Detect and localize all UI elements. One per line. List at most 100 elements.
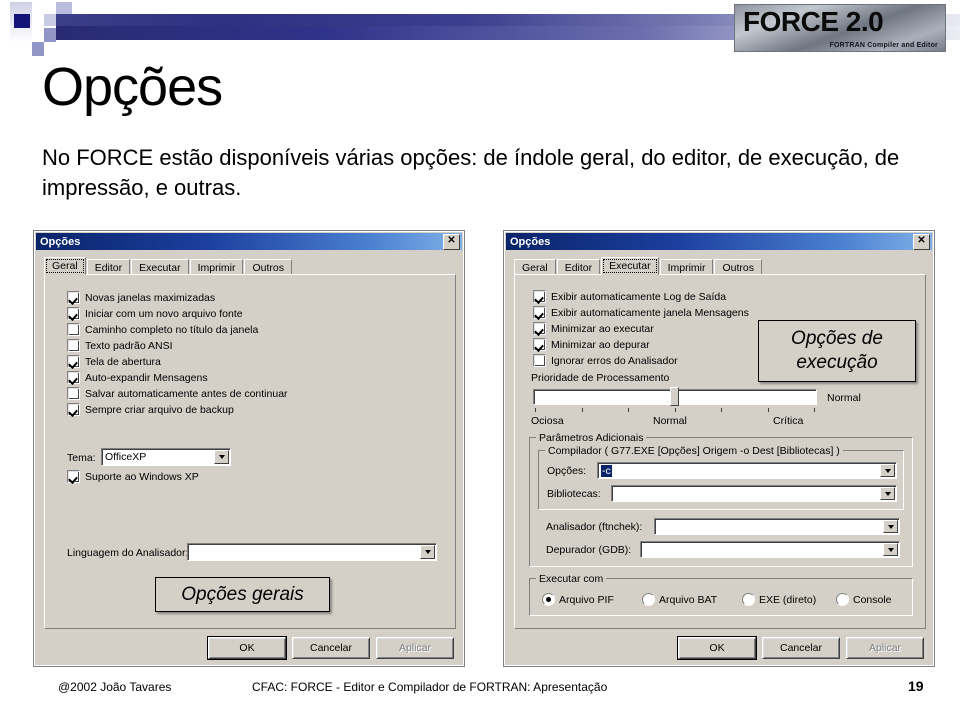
cancel-button[interactable]: Cancelar [292, 637, 370, 659]
checkbox-row[interactable]: Salvar automaticamente antes de continua… [67, 387, 288, 400]
checkbox-icon[interactable] [533, 306, 546, 319]
apply-button: Aplicar [846, 637, 924, 659]
checkbox-label: Salvar automaticamente antes de continua… [85, 387, 288, 400]
radio-label: Arquivo PIF [559, 593, 614, 606]
checkbox-icon[interactable] [67, 291, 80, 304]
checkbox-icon[interactable] [67, 387, 80, 400]
tabstrip: Geral Editor Executar Imprimir Outros [514, 257, 763, 275]
analyzer-language-combobox[interactable] [187, 543, 437, 561]
cancel-button[interactable]: Cancelar [762, 637, 840, 659]
checkbox-row[interactable]: Novas janelas maximizadas [67, 291, 215, 304]
tab-imprimir[interactable]: Imprimir [659, 259, 714, 275]
tab-editor[interactable]: Editor [556, 259, 601, 275]
tab-geral[interactable]: Geral [44, 257, 86, 275]
debugger-combobox[interactable] [640, 541, 900, 558]
tab-outros[interactable]: Outros [714, 259, 762, 275]
apply-button: Aplicar [376, 637, 454, 659]
checkbox-icon[interactable] [67, 470, 80, 483]
checkbox-row[interactable]: Exibir automaticamente janela Mensagens [533, 306, 749, 319]
checkbox-row[interactable]: Texto padrão ANSI [67, 339, 173, 352]
tab-label: Geral [52, 260, 78, 272]
ok-button[interactable]: OK [678, 637, 756, 659]
priority-slider-thumb[interactable] [670, 387, 679, 406]
tab-imprimir[interactable]: Imprimir [189, 259, 244, 275]
checkbox-row[interactable]: Ignorar erros do Analisador [533, 354, 678, 367]
checkbox-label: Minimizar ao depurar [551, 338, 650, 351]
run-with-title: Executar com [536, 573, 607, 585]
checkbox-icon[interactable] [533, 338, 546, 351]
tab-label: Editor [94, 262, 123, 274]
checkbox-label: Sempre criar arquivo de backup [85, 403, 234, 416]
tab-label: Imprimir [667, 262, 706, 274]
compiler-options-value: -c [601, 464, 612, 477]
checkbox-icon[interactable] [67, 371, 80, 384]
tab-outros[interactable]: Outros [244, 259, 292, 275]
chevron-down-icon[interactable] [420, 545, 435, 559]
tab-label: Editor [564, 262, 593, 274]
chevron-down-icon[interactable] [883, 543, 898, 556]
checkbox-row[interactable]: Iniciar com um novo arquivo fonte [67, 307, 243, 320]
radio-row-exe[interactable]: EXE (direto) [742, 593, 816, 606]
checkbox-row[interactable]: Caminho completo no título da janela [67, 323, 258, 336]
chevron-down-icon[interactable] [880, 464, 895, 477]
analyzer-combobox[interactable] [654, 518, 900, 535]
checkbox-icon[interactable] [67, 339, 80, 352]
titlebar[interactable]: Opções ✕ [36, 233, 462, 250]
checkbox-icon[interactable] [67, 307, 80, 320]
radio-icon[interactable] [836, 593, 849, 606]
force-logo-text: FORCE 2.0 [743, 6, 884, 37]
checkbox-row[interactable]: Exibir automaticamente Log de Saída [533, 290, 726, 303]
chevron-down-icon[interactable] [214, 450, 229, 464]
tab-editor[interactable]: Editor [86, 259, 131, 275]
callout-general-options: Opções gerais [155, 577, 330, 612]
priority-label: Prioridade de Processamento [531, 372, 670, 384]
checkbox-icon[interactable] [67, 323, 80, 336]
tab-label: Outros [252, 262, 284, 274]
debugger-label: Depurador (GDB): [546, 544, 632, 556]
libraries-combobox[interactable] [611, 485, 897, 502]
radio-icon[interactable] [642, 593, 655, 606]
checkbox-row[interactable]: Sempre criar arquivo de backup [67, 403, 234, 416]
tabstrip: Geral Editor Executar Imprimir Outros [44, 257, 293, 275]
checkbox-label: Tela de abertura [85, 355, 161, 368]
theme-value: OfficeXP [105, 451, 147, 463]
checkbox-row[interactable]: Minimizar ao executar [533, 322, 654, 335]
tab-label: Imprimir [197, 262, 236, 274]
compiler-group-title: Compilador ( G77.EXE [Opções] Origem -o … [545, 445, 843, 457]
checkbox-label: Novas janelas maximizadas [85, 291, 216, 304]
tab-executar[interactable]: Executar [131, 259, 189, 275]
checkbox-row[interactable]: Tela de abertura [67, 355, 161, 368]
radio-row-pif[interactable]: Arquivo PIF [542, 593, 614, 606]
tab-geral[interactable]: Geral [514, 259, 556, 275]
close-icon[interactable]: ✕ [443, 234, 460, 250]
decor-square [56, 2, 72, 14]
compiler-options-combobox[interactable]: -c [597, 462, 897, 479]
checkbox-row-winxp[interactable]: Suporte ao Windows XP [67, 470, 199, 483]
radio-icon[interactable] [542, 593, 555, 606]
footer-page-number: 19 [908, 678, 924, 694]
checkbox-icon[interactable] [67, 403, 80, 416]
footer-copyright: @2002 João Tavares [58, 680, 172, 694]
footer-center-text: CFAC: FORCE - Editor e Compilador de FOR… [252, 680, 608, 694]
tab-label: Geral [522, 262, 548, 274]
additional-params-group: Parâmetros Adicionais Compilador ( G77.E… [529, 432, 913, 567]
checkbox-icon[interactable] [67, 355, 80, 368]
theme-combobox[interactable]: OfficeXP [101, 448, 231, 466]
ok-button[interactable]: OK [208, 637, 286, 659]
decor-square [14, 14, 30, 28]
force-logo-subtitle: FORTRAN Compiler and Editor [829, 42, 938, 49]
checkbox-icon[interactable] [533, 290, 546, 303]
checkbox-icon[interactable] [533, 322, 546, 335]
radio-row-console[interactable]: Console [836, 593, 892, 606]
radio-row-bat[interactable]: Arquivo BAT [642, 593, 717, 606]
tab-executar[interactable]: Executar [601, 257, 659, 275]
close-icon[interactable]: ✕ [913, 234, 930, 250]
radio-icon[interactable] [742, 593, 755, 606]
checkbox-icon[interactable] [533, 354, 546, 367]
titlebar[interactable]: Opções ✕ [506, 233, 932, 250]
chevron-down-icon[interactable] [883, 520, 898, 533]
chevron-down-icon[interactable] [880, 487, 895, 500]
priority-value: Normal [827, 392, 861, 404]
checkbox-row[interactable]: Auto-expandir Mensagens [67, 371, 208, 384]
checkbox-row[interactable]: Minimizar ao depurar [533, 338, 650, 351]
